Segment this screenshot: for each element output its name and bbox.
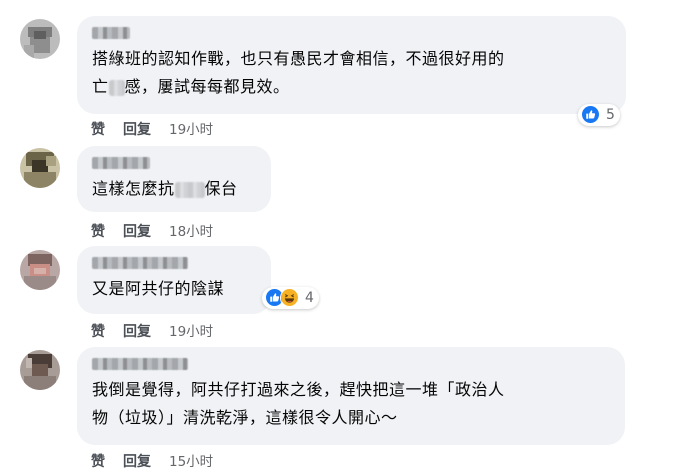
like-button[interactable]: 赞 (91, 122, 105, 138)
comment-text: 這樣怎麼抗 保台 (92, 179, 238, 198)
avatar[interactable] (20, 350, 60, 390)
censored-text (174, 181, 205, 198)
censored-text (108, 79, 125, 96)
reply-button[interactable]: 回复 (123, 324, 151, 340)
like-button[interactable]: 赞 (91, 324, 105, 340)
reaction-summary[interactable]: 5 (578, 104, 620, 126)
reaction-summary[interactable]: 4 (262, 287, 319, 309)
author-name-blurred[interactable] (92, 358, 188, 370)
comment-bubble: 這樣怎麼抗 保台 (77, 146, 271, 212)
author-name-blurred[interactable] (92, 157, 150, 169)
avatar[interactable] (20, 19, 60, 59)
like-button[interactable]: 赞 (91, 224, 105, 240)
comment-actions: 赞 回复 19小时 (91, 118, 213, 139)
timestamp[interactable]: 15小时 (169, 454, 213, 470)
comment-bubble: 又是阿共仔的陰謀 (77, 246, 271, 314)
reply-button[interactable]: 回复 (123, 224, 151, 240)
avatar[interactable] (20, 250, 60, 290)
comment-text: 搭綠班的認知作戰，也只有愚民才會相信，不過很好用的 亡感，屢試每每都見效。 (92, 49, 505, 96)
comment-bubble: 搭綠班的認知作戰，也只有愚民才會相信，不過很好用的 亡感，屢試每每都見效。 (77, 16, 626, 114)
comment-actions: 赞 回复 15小时 (91, 450, 213, 471)
comment-actions: 赞 回复 19小时 (91, 320, 213, 341)
author-name-blurred[interactable] (92, 27, 130, 39)
reaction-count: 4 (305, 290, 314, 306)
timestamp[interactable]: 19小时 (169, 324, 213, 340)
comment-text: 又是阿共仔的陰謀 (92, 279, 225, 298)
like-button[interactable]: 赞 (91, 454, 105, 470)
author-name-blurred[interactable] (92, 257, 188, 269)
timestamp[interactable]: 19小时 (169, 122, 213, 138)
comment-actions: 赞 回复 18小时 (91, 220, 213, 241)
comment-bubble: 我倒是覺得，阿共仔打過來之後，趕快把這一堆「政治人 物（垃圾）」清洗乾淨，這樣很… (77, 347, 625, 445)
timestamp[interactable]: 18小时 (169, 224, 213, 240)
like-icon (581, 105, 601, 125)
avatar[interactable] (20, 148, 60, 188)
haha-icon (280, 288, 300, 308)
reply-button[interactable]: 回复 (123, 454, 151, 470)
reply-button[interactable]: 回复 (123, 122, 151, 138)
reaction-count: 5 (606, 107, 615, 123)
comment-text: 我倒是覺得，阿共仔打過來之後，趕快把這一堆「政治人 物（垃圾）」清洗乾淨，這樣很… (92, 380, 505, 427)
